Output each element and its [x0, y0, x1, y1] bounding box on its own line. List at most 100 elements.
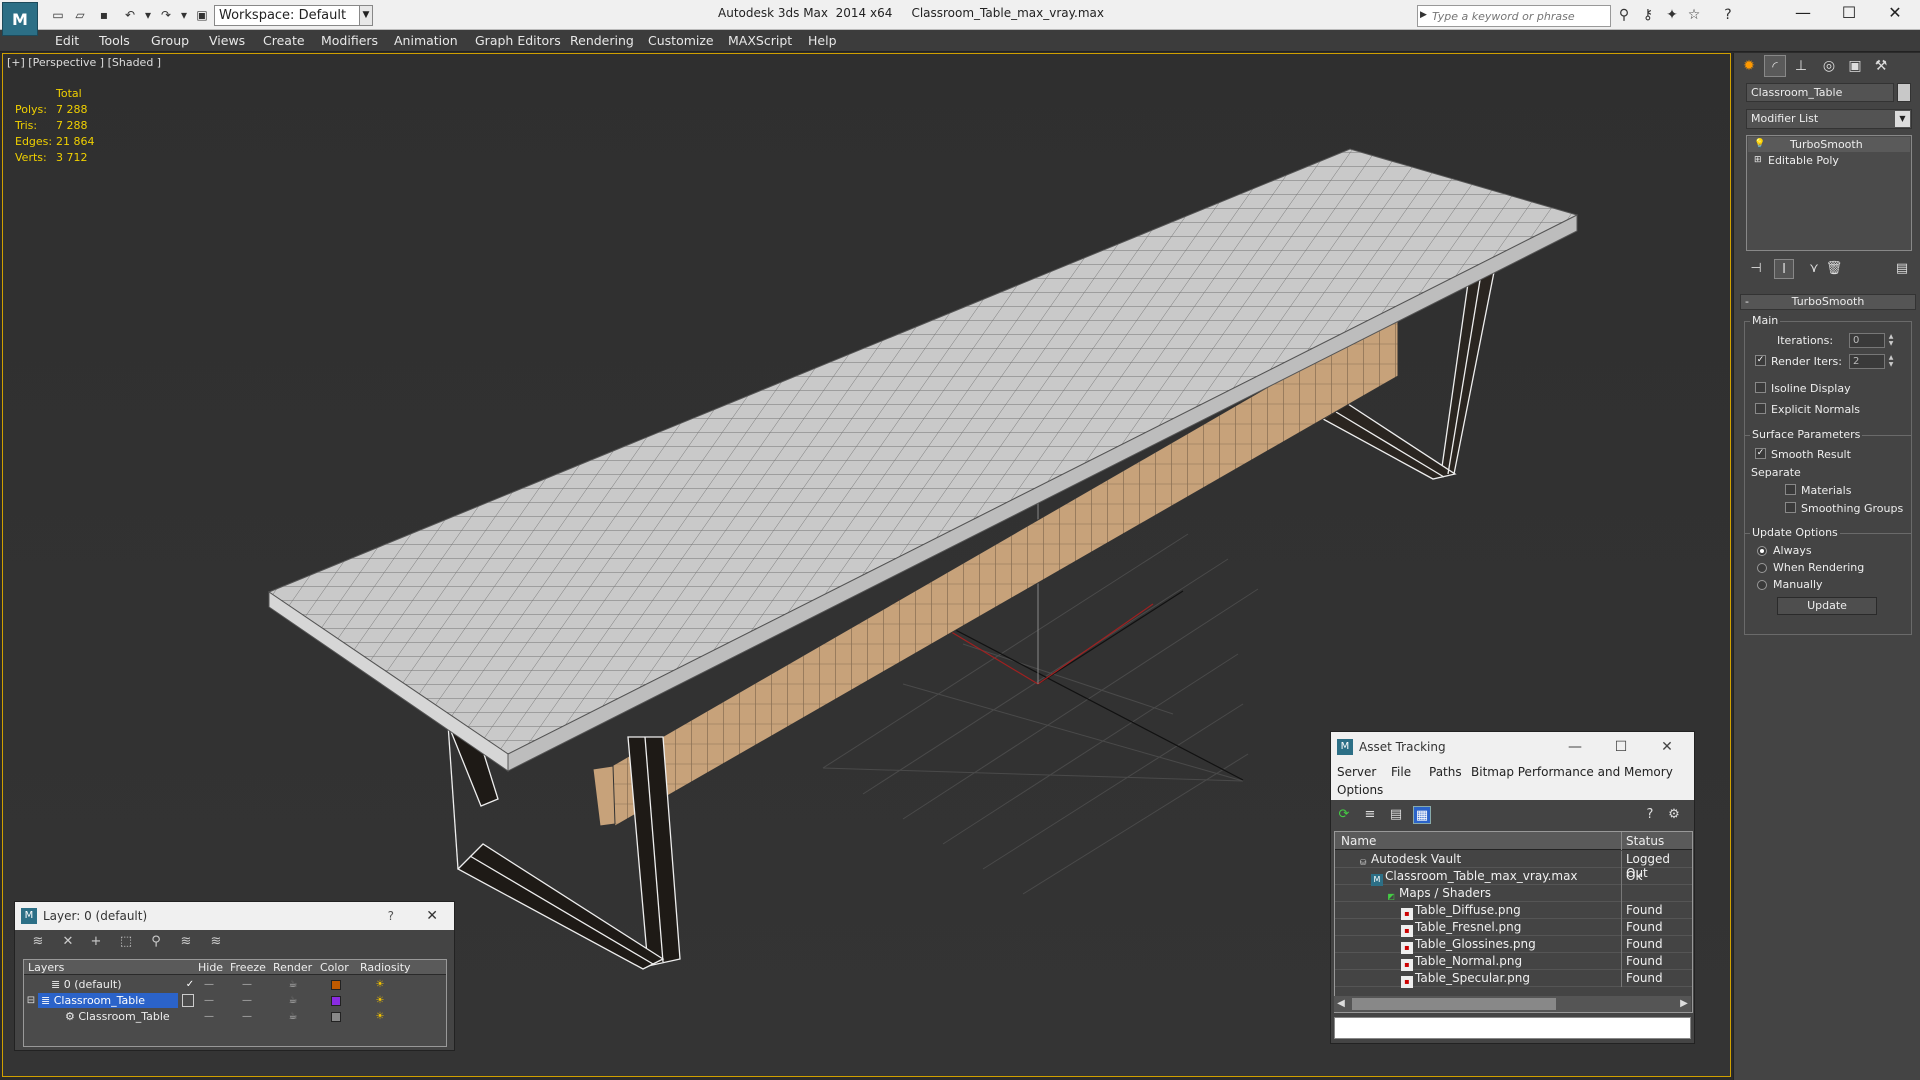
select-objects-icon[interactable]: ⬚ — [117, 934, 135, 950]
asset-row[interactable]: M Classroom_Table_max_vray.max Ok — [1335, 868, 1692, 886]
update-manually-radio[interactable] — [1757, 580, 1767, 590]
viewport-label[interactable]: [+] [Perspective ] [Shaded ] — [7, 56, 161, 69]
column-header[interactable]: Color — [320, 961, 349, 974]
freeze-toggle[interactable]: — — [240, 978, 254, 991]
minimize-button[interactable]: — — [1780, 0, 1826, 26]
remove-modifier-icon[interactable]: 🗑 — [1824, 259, 1844, 279]
menu-bitmap-performance[interactable]: Bitmap Performance and Memory — [1471, 765, 1673, 779]
menu-server[interactable]: Server — [1337, 765, 1376, 779]
active-layer-check-icon[interactable]: ✓ — [184, 978, 196, 991]
expand-plus-icon[interactable]: ⊞ — [1754, 153, 1762, 168]
menu-group[interactable]: Group — [151, 33, 189, 48]
maximize-button[interactable]: ☐ — [1826, 0, 1872, 26]
column-header[interactable]: Freeze — [230, 961, 266, 974]
column-header[interactable]: Hide — [198, 961, 223, 974]
motion-tab-icon[interactable]: ◎ — [1818, 55, 1840, 77]
chevron-down-icon[interactable]: ▼ — [1895, 111, 1910, 127]
help-icon[interactable]: ? — [1641, 806, 1659, 824]
modify-tab-icon[interactable]: ◜ — [1764, 55, 1786, 77]
explicit-normals-checkbox[interactable] — [1755, 403, 1766, 414]
project-folder-icon[interactable]: ▣ — [194, 7, 210, 23]
asset-row[interactable]: ▪ Table_Specular.png Found — [1335, 970, 1692, 988]
close-button[interactable]: ✕ — [1872, 0, 1918, 26]
scrollbar-thumb[interactable] — [1352, 998, 1556, 1010]
stack-item-editable-poly[interactable]: ⊞ Editable Poly — [1748, 153, 1910, 168]
collapse-icon[interactable]: ⊟ — [26, 994, 36, 1007]
column-header[interactable]: Layers — [28, 961, 64, 974]
menu-edit[interactable]: Edit — [55, 33, 79, 48]
asset-row[interactable]: ▪ Table_Glossines.png Found — [1335, 936, 1692, 954]
render-teapot-icon[interactable]: ☕ — [286, 1010, 300, 1023]
scroll-left-icon[interactable]: ◀ — [1334, 996, 1348, 1012]
menu-modifiers[interactable]: Modifiers — [321, 33, 378, 48]
layer-row[interactable]: ≣ 0 (default) ✓ — — ☕ ☀ — [24, 977, 426, 993]
freeze-all-layers-icon[interactable]: ≋ — [207, 934, 225, 950]
close-icon[interactable]: ✕ — [426, 902, 438, 930]
object-name-field[interactable]: Classroom_Table — [1746, 83, 1894, 102]
stack-item-turbosmooth[interactable]: 💡 TurboSmooth — [1748, 137, 1910, 152]
update-rendering-radio[interactable] — [1757, 563, 1767, 573]
add-to-layer-icon[interactable]: + — [87, 934, 105, 950]
asset-path-field[interactable] — [1334, 1017, 1691, 1039]
show-end-result-icon[interactable]: Ⅰ — [1774, 259, 1794, 279]
search-input[interactable] — [1418, 6, 1588, 26]
layer-color-swatch[interactable] — [331, 1012, 341, 1022]
menu-animation[interactable]: Animation — [394, 33, 458, 48]
minimize-button[interactable]: — — [1555, 732, 1595, 762]
menu-paths[interactable]: Paths — [1429, 765, 1462, 779]
menu-maxscript[interactable]: MAXScript — [728, 33, 792, 48]
table-view-icon[interactable]: ▦ — [1413, 806, 1431, 824]
asset-row[interactable]: ▪ Table_Normal.png Found — [1335, 953, 1692, 971]
column-header[interactable]: Radiosity — [360, 961, 411, 974]
freeze-toggle[interactable]: — — [240, 1010, 254, 1023]
undo-icon[interactable]: ↶ — [122, 7, 138, 23]
utilities-tab-icon[interactable]: ⚒ — [1870, 55, 1892, 77]
menu-tools[interactable]: Tools — [99, 33, 130, 48]
configure-modifier-sets-icon[interactable]: ▤ — [1892, 259, 1912, 279]
menu-rendering[interactable]: Rendering — [570, 33, 634, 48]
help-icon[interactable]: ? — [1718, 6, 1738, 24]
radiosity-icon[interactable]: ☀ — [372, 1010, 388, 1023]
app-logo-button[interactable]: M — [2, 2, 38, 36]
pin-stack-icon[interactable]: ⊣ — [1746, 259, 1766, 279]
layer-row[interactable]: ⊟ ≣ Classroom_Table — — ☕ ☀ — [24, 993, 426, 1009]
search-box[interactable]: ▶ — [1417, 5, 1611, 27]
detail-view-icon[interactable]: ▤ — [1387, 806, 1405, 824]
radiosity-icon[interactable]: ☀ — [372, 994, 388, 1007]
refresh-icon[interactable]: ⟳ — [1335, 806, 1353, 824]
settings-icon[interactable]: ⚙ — [1665, 806, 1683, 824]
column-header-status[interactable]: Status — [1626, 834, 1664, 848]
spinner-arrows-icon[interactable]: ▲ ▼ — [1887, 354, 1895, 369]
communication-icon[interactable]: ✦ — [1662, 6, 1682, 24]
help-button[interactable]: ? — [388, 902, 394, 930]
maximize-button[interactable]: ☐ — [1601, 732, 1641, 762]
turbosmooth-rollout-header[interactable]: - TurboSmooth — [1740, 294, 1916, 310]
redo-dropdown-icon[interactable]: ▾ — [176, 7, 192, 23]
menu-views[interactable]: Views — [209, 33, 245, 48]
iterations-spinner[interactable]: 0 — [1849, 333, 1885, 348]
smooth-result-checkbox[interactable]: ✓ — [1755, 448, 1766, 459]
asset-row[interactable]: ⛁ Autodesk Vault Logged Out — [1335, 851, 1692, 880]
save-file-icon[interactable]: ▪ — [96, 7, 112, 23]
object-color-swatch[interactable] — [1897, 83, 1911, 102]
subscription-icon[interactable]: ⚷ — [1638, 6, 1658, 24]
hide-toggle[interactable]: — — [202, 1010, 216, 1023]
smoothing-groups-checkbox[interactable] — [1785, 502, 1796, 513]
menu-customize[interactable]: Customize — [648, 33, 714, 48]
set-active-layer-box[interactable] — [182, 994, 194, 1007]
freeze-toggle[interactable]: — — [240, 994, 254, 1007]
radiosity-icon[interactable]: ☀ — [372, 978, 388, 991]
delete-layer-icon[interactable]: ✕ — [59, 934, 77, 950]
hide-all-layers-icon[interactable]: ≋ — [177, 934, 195, 950]
menu-file[interactable]: File — [1391, 765, 1411, 779]
layer-row[interactable]: ⚙ Classroom_Table — — ☕ ☀ — [24, 1009, 426, 1025]
create-layer-icon[interactable]: ≋ — [29, 934, 47, 950]
menu-graph-editors[interactable]: Graph Editors — [475, 33, 561, 48]
redo-icon[interactable]: ↷ — [158, 7, 174, 23]
chevron-down-icon[interactable]: ▼ — [359, 5, 373, 26]
scroll-right-icon[interactable]: ▶ — [1677, 996, 1691, 1012]
list-view-icon[interactable]: ≡ — [1361, 806, 1379, 824]
favorites-star-icon[interactable]: ☆ — [1684, 6, 1704, 24]
asset-dialog-titlebar[interactable]: M Asset Tracking — ☐ ✕ — [1331, 732, 1694, 762]
menu-options[interactable]: Options — [1337, 783, 1383, 797]
